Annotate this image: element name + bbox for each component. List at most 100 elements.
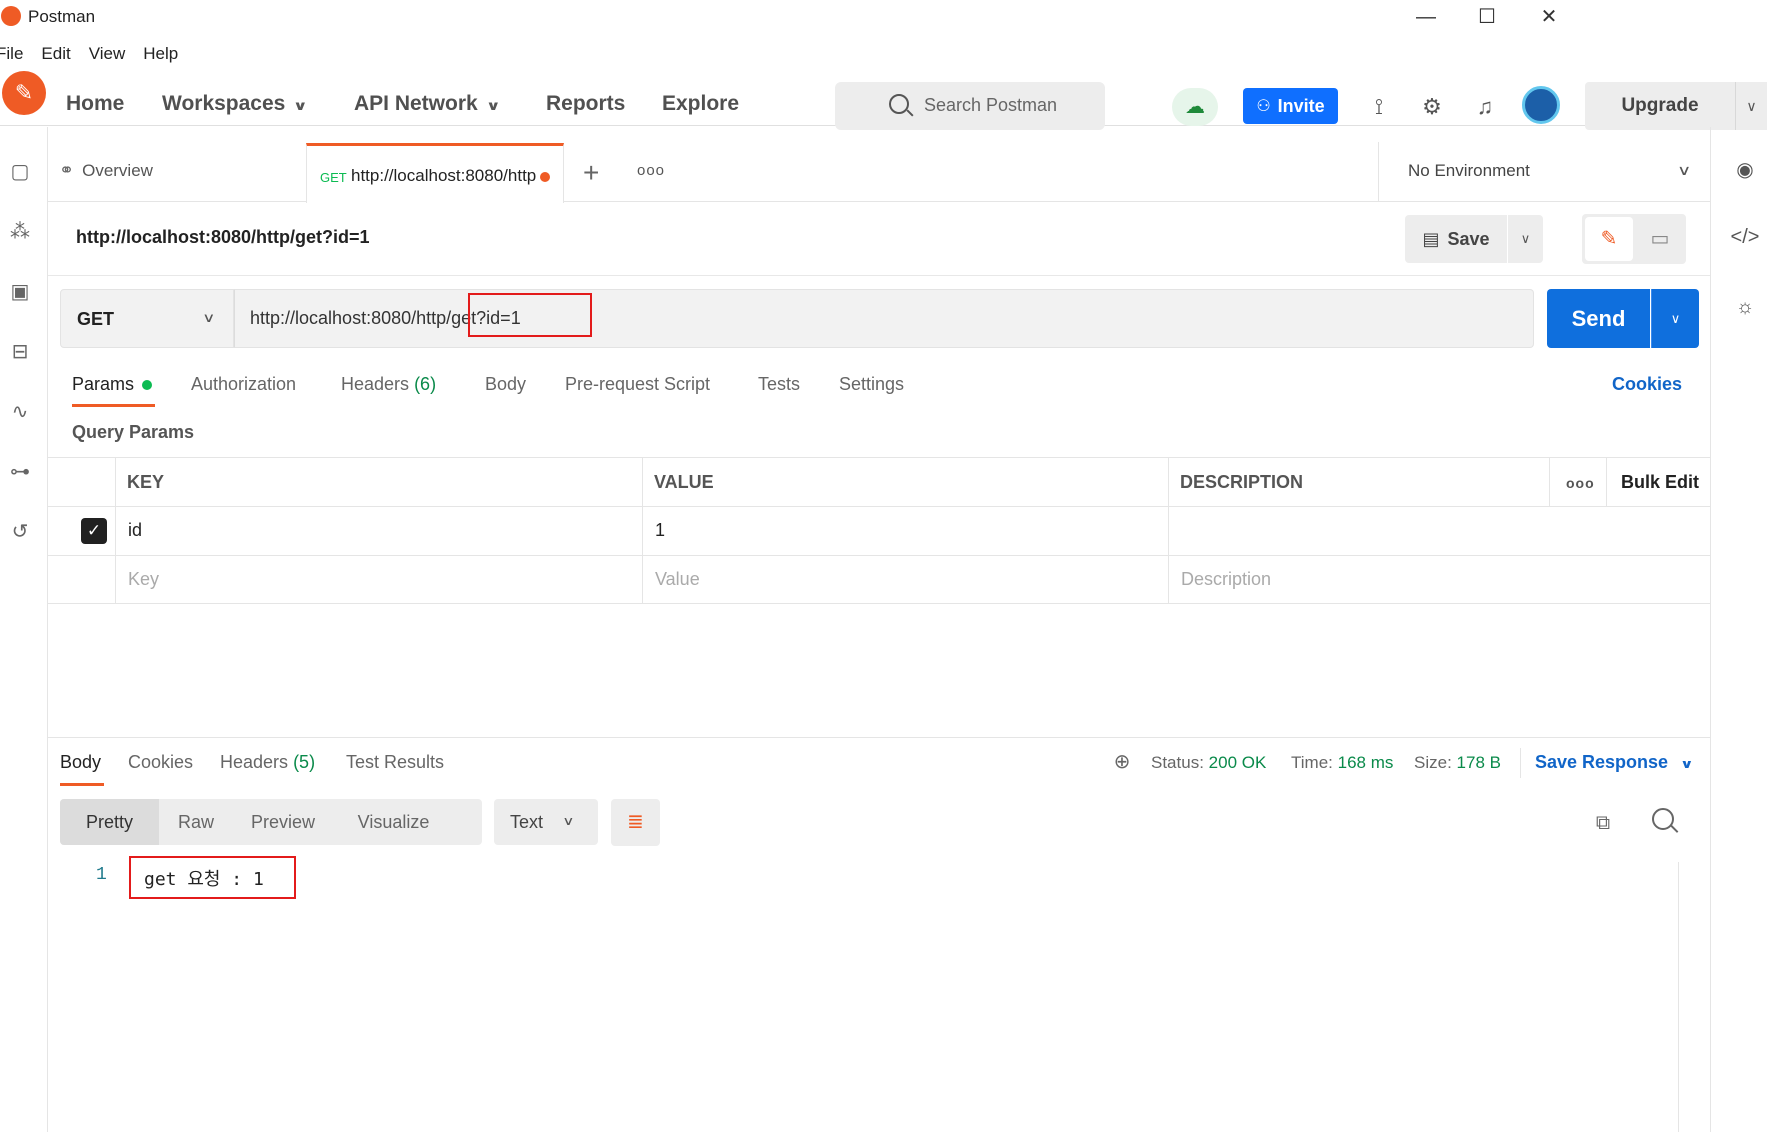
environments-icon[interactable]: ▣ bbox=[6, 278, 34, 306]
bulk-edit-button[interactable]: Bulk Edit bbox=[1606, 458, 1710, 506]
search-icon[interactable] bbox=[1652, 808, 1674, 830]
nav-api-network[interactable]: API Network ∨ bbox=[354, 92, 500, 116]
flows-icon[interactable]: ⊶ bbox=[6, 458, 34, 486]
column-value: VALUE bbox=[642, 458, 1168, 506]
tab-overview[interactable]: ⚭ Overview bbox=[59, 160, 153, 181]
view-pretty-button[interactable]: Pretty bbox=[60, 799, 159, 845]
new-value-cell[interactable]: Value bbox=[642, 556, 1168, 603]
tab-authorization[interactable]: Authorization bbox=[191, 374, 296, 395]
save-response-button[interactable]: Save Response ∨ bbox=[1535, 752, 1694, 773]
request-title[interactable]: http://localhost:8080/http/get?id=1 bbox=[76, 227, 370, 248]
send-button[interactable]: Send bbox=[1547, 289, 1650, 348]
search-bar[interactable]: Search Postman bbox=[835, 82, 1105, 130]
chevron-down-icon[interactable]: ∨ bbox=[1735, 82, 1767, 130]
mode-toggle: ✎ ▭ bbox=[1582, 214, 1686, 264]
save-icon: ▤ bbox=[1422, 228, 1440, 249]
divider bbox=[1520, 748, 1521, 778]
cookies-link[interactable]: Cookies bbox=[1612, 374, 1682, 395]
nav-workspaces-label: Workspaces bbox=[162, 92, 286, 115]
view-raw-button[interactable]: Raw bbox=[159, 799, 233, 845]
method-select[interactable]: GET ∨ bbox=[60, 289, 234, 348]
tab-tests[interactable]: Tests bbox=[758, 374, 800, 395]
view-visualize-button[interactable]: Visualize bbox=[333, 799, 454, 845]
nav-reports[interactable]: Reports bbox=[546, 92, 625, 116]
format-select[interactable]: Text ∨ bbox=[494, 799, 598, 845]
nav-home[interactable]: Home bbox=[66, 92, 124, 116]
search-placeholder: Search Postman bbox=[924, 95, 1058, 115]
plus-icon[interactable]: + bbox=[583, 157, 599, 189]
environment-select[interactable]: No Environment ∨ bbox=[1378, 142, 1710, 202]
history-icon[interactable]: ↺ bbox=[6, 518, 34, 546]
maximize-icon[interactable]: ☐ bbox=[1474, 4, 1500, 30]
globe-icon[interactable]: ⊕ bbox=[1110, 750, 1134, 774]
mock-servers-icon[interactable]: ⊟ bbox=[6, 338, 34, 366]
size-info[interactable]: Size: 178 B bbox=[1414, 753, 1501, 773]
chevron-down-icon[interactable]: ∨ bbox=[1508, 215, 1543, 263]
close-icon[interactable]: ✕ bbox=[1536, 4, 1562, 30]
divider bbox=[48, 275, 1710, 276]
wrap-lines-icon[interactable]: ≣ bbox=[611, 799, 660, 846]
code-icon[interactable]: </> bbox=[1730, 222, 1760, 252]
annotation-highlight-box bbox=[129, 856, 296, 899]
view-preview-button[interactable]: Preview bbox=[233, 799, 333, 845]
status-info[interactable]: Status: 200 OK bbox=[1151, 753, 1266, 773]
title-bar bbox=[0, 0, 1767, 34]
postman-rocket-icon[interactable]: ✎ bbox=[2, 71, 46, 115]
tab-active-request[interactable]: GET http://localhost:8080/http/get?id=1 bbox=[306, 143, 564, 203]
documentation-icon[interactable]: ▭ bbox=[1636, 217, 1684, 261]
lightbulb-icon[interactable]: ☼ bbox=[1730, 292, 1760, 322]
monitors-icon[interactable]: ∿ bbox=[6, 398, 34, 426]
new-key-cell[interactable]: Key bbox=[115, 556, 642, 603]
scrollbar[interactable] bbox=[1678, 862, 1698, 1132]
time-info[interactable]: Time: 168 ms bbox=[1291, 753, 1393, 773]
upgrade-button[interactable]: Upgrade bbox=[1585, 82, 1735, 130]
more-icon[interactable]: ooo bbox=[637, 162, 665, 179]
table-header-row: KEY VALUE DESCRIPTION ooo Bulk Edit bbox=[48, 457, 1710, 506]
tab-settings[interactable]: Settings bbox=[839, 374, 904, 395]
gear-icon[interactable]: ⚙ bbox=[1417, 92, 1447, 122]
tab-pre-request-script[interactable]: Pre-request Script bbox=[565, 374, 710, 395]
more-icon[interactable]: ooo bbox=[1549, 458, 1606, 506]
cloud-sync-icon[interactable]: ☁ bbox=[1172, 88, 1218, 126]
chevron-down-icon: ∨ bbox=[1676, 162, 1692, 178]
eye-icon[interactable]: ◉ bbox=[1730, 155, 1760, 185]
menu-file[interactable]: File bbox=[0, 44, 23, 64]
param-description-cell[interactable] bbox=[1168, 507, 1710, 555]
param-value-cell[interactable]: 1 bbox=[642, 507, 1168, 555]
tab-params[interactable]: Params bbox=[72, 374, 153, 395]
nav-workspaces[interactable]: Workspaces ∨ bbox=[162, 92, 308, 116]
tab-headers[interactable]: Headers (6) bbox=[341, 374, 436, 395]
nav-explore[interactable]: Explore bbox=[662, 92, 739, 116]
save-button[interactable]: ▤ Save bbox=[1405, 215, 1507, 263]
avatar[interactable] bbox=[1522, 86, 1560, 124]
collections-icon[interactable]: ▢ bbox=[6, 158, 34, 186]
url-input[interactable]: http://localhost:8080/http/get?id=1 bbox=[234, 289, 1534, 348]
invite-button[interactable]: ⚇ Invite bbox=[1243, 88, 1338, 124]
copy-icon[interactable]: ⧉ bbox=[1590, 810, 1616, 836]
pencil-icon[interactable]: ✎ bbox=[1585, 217, 1633, 261]
new-description-cell[interactable]: Description bbox=[1168, 556, 1710, 603]
tab-body[interactable]: Body bbox=[485, 374, 526, 395]
value-placeholder: Value bbox=[655, 569, 700, 589]
response-tab-test-results[interactable]: Test Results bbox=[346, 752, 444, 773]
response-divider[interactable] bbox=[48, 737, 1710, 738]
response-tab-body[interactable]: Body bbox=[60, 752, 101, 773]
window-title: Postman bbox=[28, 7, 96, 26]
size-value: 178 B bbox=[1456, 753, 1501, 772]
tab-params-label: Params bbox=[72, 374, 135, 394]
response-tab-headers[interactable]: Headers (5) bbox=[220, 752, 315, 773]
menu-edit[interactable]: Edit bbox=[41, 44, 70, 64]
column-key: KEY bbox=[115, 458, 642, 506]
minimize-icon[interactable]: — bbox=[1413, 4, 1439, 30]
satellite-icon[interactable]: ⟟ bbox=[1364, 92, 1394, 122]
column-description: DESCRIPTION bbox=[1168, 458, 1549, 506]
chevron-down-icon[interactable]: ∨ bbox=[1651, 289, 1699, 348]
checkbox-checked-icon[interactable]: ✓ bbox=[81, 518, 107, 544]
table-row: ✓ id 1 bbox=[48, 506, 1710, 555]
apis-icon[interactable]: ⁂ bbox=[6, 218, 34, 246]
menu-view[interactable]: View bbox=[89, 44, 126, 64]
bell-icon[interactable]: ♫ bbox=[1470, 92, 1500, 122]
param-key-cell[interactable]: id bbox=[115, 507, 642, 555]
menu-help[interactable]: Help bbox=[143, 44, 178, 64]
response-tab-cookies[interactable]: Cookies bbox=[128, 752, 193, 773]
